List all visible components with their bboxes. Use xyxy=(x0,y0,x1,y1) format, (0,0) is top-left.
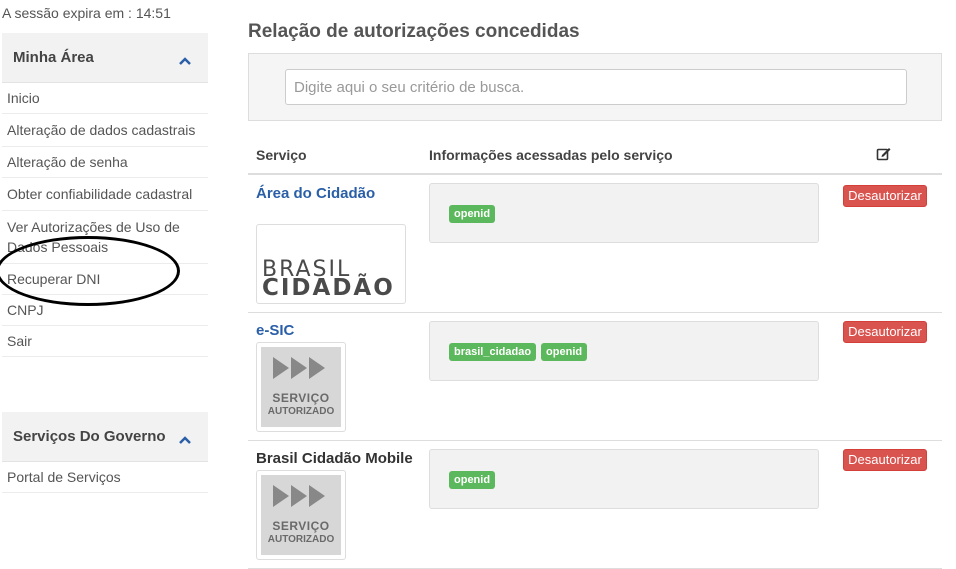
menu-item-portal-servicos[interactable]: Portal de Serviços xyxy=(2,462,208,493)
scope-tag: brasil_cidadao xyxy=(449,343,537,361)
accessed-info-box: openid xyxy=(429,183,819,243)
scope-tags: brasil_cidadao openid xyxy=(449,343,588,361)
table-row: e-SIC SERVIÇO AUTORIZADO brasil_cidadao … xyxy=(248,313,942,441)
menu-item-sair[interactable]: Sair xyxy=(2,326,208,357)
brasil-cidadao-logo: BRASIL CIDADÃO xyxy=(256,224,406,304)
service-logo-tile: SERVIÇO AUTORIZADO xyxy=(261,347,341,427)
scope-tag: openid xyxy=(449,205,496,223)
page-title: Relação de autorizações concedidas xyxy=(248,21,580,42)
logo-text-line2: AUTORIZADO xyxy=(267,406,335,417)
service-name: Brasil Cidadão Mobile xyxy=(256,450,413,467)
service-name-link[interactable]: Área do Cidadão xyxy=(256,185,375,202)
search-panel xyxy=(248,53,942,121)
logo-text-line2: AUTORIZADO xyxy=(267,534,335,545)
menu-item-inicio[interactable]: Inicio xyxy=(2,83,208,114)
table-row: Área do Cidadão BRASIL CIDADÃO openid De… xyxy=(248,175,942,313)
edit-icon xyxy=(876,146,892,162)
accessed-info-box: brasil_cidadao openid xyxy=(429,321,819,381)
panel-header-minha-area[interactable]: Minha Área xyxy=(2,33,208,83)
revoke-button[interactable]: Desautorizar xyxy=(843,185,927,207)
panel-servicos-governo: Serviços Do Governo Portal de Serviços xyxy=(2,412,208,493)
service-logo-tile: SERVIÇO AUTORIZADO xyxy=(261,475,341,555)
logo-text-line1: SERVIÇO xyxy=(272,519,330,533)
column-header-info: Informações acessadas pelo serviço xyxy=(429,147,673,163)
panel-header-servicos[interactable]: Serviços Do Governo xyxy=(2,412,208,462)
menu-item-ver-autorizacoes[interactable]: Ver Autorizações de Uso de Dados Pessoai… xyxy=(2,211,208,264)
revoke-button[interactable]: Desautorizar xyxy=(843,321,927,343)
service-authorized-logo: SERVIÇO AUTORIZADO xyxy=(256,470,346,560)
scope-tags: openid xyxy=(449,471,496,489)
scope-tag: openid xyxy=(449,471,496,489)
menu-item-alteracao-senha[interactable]: Alteração de senha xyxy=(2,147,208,178)
panel-title: Serviços Do Governo xyxy=(13,428,166,445)
scope-tags: openid xyxy=(449,205,496,223)
search-input[interactable] xyxy=(285,69,907,105)
service-authorized-logo: SERVIÇO AUTORIZADO xyxy=(256,342,346,432)
menu-item-recuperar-dni[interactable]: Recuperar DNI xyxy=(2,264,208,295)
panel-title: Minha Área xyxy=(13,49,94,66)
authorizations-table: Serviço Informações acessadas pelo servi… xyxy=(248,139,942,569)
revoke-button[interactable]: Desautorizar xyxy=(843,449,927,471)
service-name-link[interactable]: e-SIC xyxy=(256,322,294,339)
menu-item-alteracao-dados[interactable]: Alteração de dados cadastrais xyxy=(2,114,208,147)
scope-tag: openid xyxy=(541,343,588,361)
column-header-service: Serviço xyxy=(256,147,307,163)
menu-item-cnpj[interactable]: CNPJ xyxy=(2,295,208,326)
chevron-up-icon xyxy=(178,53,192,65)
panel-minha-area: Minha Área Inicio Alteração de dados cad… xyxy=(2,33,208,357)
play-arrows-icon xyxy=(273,357,325,379)
menu-item-confiabilidade[interactable]: Obter confiabilidade cadastral xyxy=(2,178,208,211)
table-row: Brasil Cidadão Mobile SERVIÇO AUTORIZADO… xyxy=(248,441,942,569)
session-timer: A sessão expira em : 14:51 xyxy=(2,5,171,21)
play-arrows-icon xyxy=(273,485,325,507)
logo-text-line1: SERVIÇO xyxy=(272,391,330,405)
logo-text-line2: CIDADÃO xyxy=(262,275,395,301)
chevron-up-icon xyxy=(178,432,192,444)
accessed-info-box: openid xyxy=(429,449,819,509)
table-header: Serviço Informações acessadas pelo servi… xyxy=(248,139,942,175)
